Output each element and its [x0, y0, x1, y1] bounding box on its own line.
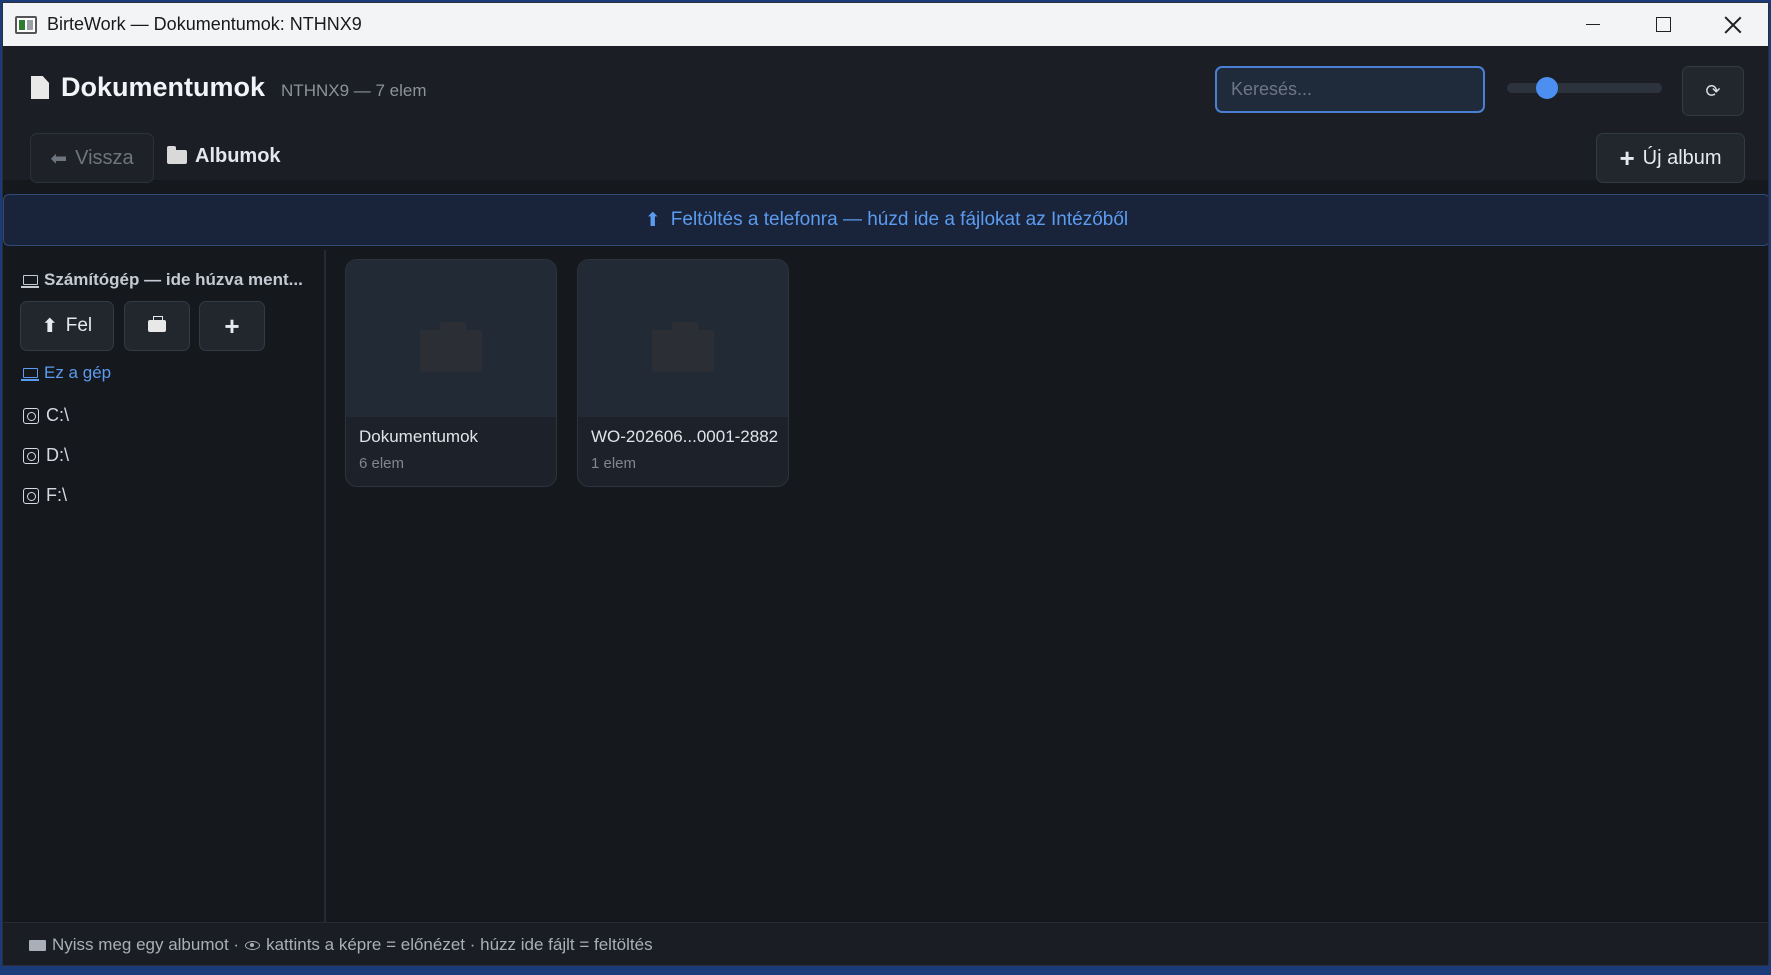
disk-icon [23, 447, 39, 464]
new-album-button[interactable]: + Új album [1596, 133, 1745, 183]
laptop-icon [21, 368, 39, 381]
album-thumbnail [578, 260, 788, 417]
folder-open-icon [167, 145, 187, 164]
title-bar: BirteWork — Dokumentumok: NTHNX9 [3, 3, 1768, 46]
window-title: BirteWork — Dokumentumok: NTHNX9 [47, 14, 362, 34]
window-controls [1558, 3, 1768, 46]
zoom-slider[interactable] [1507, 77, 1662, 99]
album-card[interactable]: Dokumentumok 6 elem [345, 259, 557, 487]
folder-icon [652, 321, 714, 372]
back-button-label: Vissza [75, 146, 134, 169]
close-icon [1724, 16, 1742, 34]
drive-label: D:\ [46, 445, 70, 465]
status-bar: Nyiss meg egy albumot · kattints a képre… [3, 922, 1768, 965]
upload-icon: ⬆ [644, 209, 661, 231]
sidebar-heading-text: Számítógép — ide húzva ment... [44, 270, 303, 289]
album-count: 6 elem [359, 455, 405, 472]
close-button[interactable] [1698, 3, 1768, 46]
briefcase-icon [148, 316, 166, 332]
folder-icon [420, 321, 482, 372]
sidebar-item-drive-f[interactable]: F:\ [23, 485, 67, 506]
header: Dokumentumok NTHNX9 — 7 elem ⟳ ⬅ Vissza … [3, 46, 1768, 183]
album-count: 1 elem [591, 455, 637, 472]
arrow-left-icon: ⬅ [50, 147, 68, 170]
refresh-icon: ⟳ [1705, 80, 1721, 101]
drive-label: C:\ [46, 405, 70, 425]
open-folder-button[interactable] [124, 301, 190, 351]
new-album-label: Új album [1642, 146, 1722, 169]
page-title: Dokumentumok [61, 72, 266, 102]
plus-icon: + [224, 311, 240, 341]
disk-icon [23, 487, 39, 504]
folder-open-icon [29, 939, 46, 951]
folder-up-button[interactable]: ⬆ Fel [20, 301, 114, 351]
sidebar-item-label: Ez a gép [44, 363, 112, 382]
folder-up-label: Fel [65, 315, 93, 336]
sidebar-item-drive-d[interactable]: D:\ [23, 445, 69, 466]
upload-drop-zone[interactable]: ⬆ Feltöltés a telefonra — húzd ide a fáj… [3, 194, 1768, 246]
sidebar-item-this-pc[interactable]: Ez a gép [21, 363, 112, 383]
breadcrumb-current: Albumok [195, 145, 281, 167]
app-icon [15, 15, 37, 34]
back-button[interactable]: ⬅ Vissza [30, 133, 154, 183]
arrow-up-icon: ⬆ [41, 315, 58, 337]
status-text-hint: kattints a képre = előnézet · húzz ide f… [266, 935, 653, 954]
drive-label: F:\ [46, 485, 67, 505]
search-input[interactable] [1215, 66, 1485, 113]
page-title-group: Dokumentumok NTHNX9 — 7 elem [31, 72, 427, 103]
minimize-icon [1586, 23, 1600, 26]
refresh-button[interactable]: ⟳ [1682, 66, 1744, 116]
album-name: WO-202606...0001-2882 [591, 427, 779, 446]
sidebar-heading: Számítógép — ide húzva ment... [21, 270, 303, 290]
maximize-icon [1655, 17, 1671, 32]
minimize-button[interactable] [1558, 3, 1628, 46]
desktop-taskbar-edge [0, 966, 1771, 975]
maximize-button[interactable] [1628, 3, 1698, 46]
plus-icon: + [1619, 143, 1635, 173]
sidebar-item-drive-c[interactable]: C:\ [23, 405, 69, 426]
zoom-slider-handle[interactable] [1536, 77, 1559, 99]
app-window: BirteWork — Dokumentumok: NTHNX9 Dokumen… [2, 2, 1769, 966]
eye-icon [245, 940, 261, 950]
album-card[interactable]: WO-202606...0001-2882 1 elem [577, 259, 789, 487]
new-folder-button[interactable]: + [199, 301, 265, 351]
album-name: Dokumentumok [359, 427, 479, 446]
computer-sidebar: Számítógép — ide húzva ment... ⬆ Fel + E… [3, 250, 326, 922]
disk-icon [23, 407, 39, 424]
page-subtitle: NTHNX9 — 7 elem [281, 81, 427, 100]
breadcrumb: Albumok [167, 145, 281, 168]
document-icon [31, 76, 49, 99]
laptop-icon [21, 275, 39, 288]
status-text-open: Nyiss meg egy albumot · [52, 935, 240, 954]
album-thumbnail [346, 260, 556, 417]
upload-drop-zone-text: Feltöltés a telefonra — húzd ide a fájlo… [670, 209, 1129, 230]
